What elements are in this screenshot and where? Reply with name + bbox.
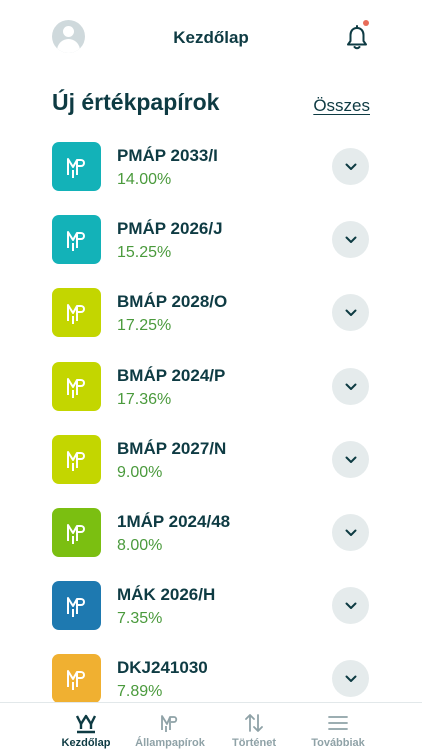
securities-logo-icon	[159, 712, 181, 734]
tab-label: Történet	[232, 737, 276, 749]
tab-label: Kezdőlap	[61, 737, 111, 749]
bottom-tab-bar: Kezdőlap Állampapírok Történet Továbbiak	[0, 702, 422, 751]
security-row[interactable]: BMÁP 2028/O 17.25%	[0, 288, 422, 361]
notification-dot	[363, 20, 369, 26]
tab-securities[interactable]: Állampapírok	[128, 703, 212, 751]
chevron-down-icon[interactable]	[332, 587, 369, 624]
security-name: BMÁP 2024/P	[117, 366, 226, 385]
chevron-down-icon[interactable]	[332, 148, 369, 185]
tab-history[interactable]: Történet	[212, 703, 296, 751]
security-name: DKJ241030	[117, 658, 208, 677]
tab-more[interactable]: Továbbiak	[296, 703, 380, 751]
chevron-down-icon[interactable]	[332, 441, 369, 478]
security-name: BMÁP 2027/N	[117, 439, 227, 458]
security-row[interactable]: BMÁP 2027/N 9.00%	[0, 435, 422, 508]
security-logo-icon	[52, 508, 101, 557]
security-name: PMÁP 2026/J	[117, 219, 223, 238]
security-row[interactable]: DKJ241030 7.89%	[0, 654, 422, 702]
chevron-down-icon[interactable]	[332, 368, 369, 405]
top-header: Kezdőlap	[0, 0, 422, 78]
chevron-down-icon[interactable]	[332, 514, 369, 551]
tab-label: Állampapírok	[135, 737, 205, 749]
security-logo-icon	[52, 435, 101, 484]
security-row[interactable]: BMÁP 2024/P 17.36%	[0, 362, 422, 435]
security-rate: 8.00%	[117, 537, 163, 554]
security-rate: 15.25%	[117, 244, 172, 261]
notification-bell-icon[interactable]	[345, 20, 369, 51]
section-title: Új értékpapírok	[52, 89, 220, 115]
chevron-down-icon[interactable]	[332, 221, 369, 258]
security-rate: 7.89%	[117, 683, 163, 700]
arrows-up-down-icon	[243, 712, 265, 734]
security-name: 1MÁP 2024/48	[117, 512, 231, 531]
security-name: PMÁP 2033/I	[117, 146, 218, 165]
security-rate: 14.00%	[117, 171, 172, 188]
security-name: MÁK 2026/H	[117, 585, 216, 604]
security-row[interactable]: PMÁP 2026/J 15.25%	[0, 215, 422, 288]
security-logo-icon	[52, 142, 101, 191]
security-name: BMÁP 2028/O	[117, 292, 228, 311]
tab-home[interactable]: Kezdőlap	[44, 703, 128, 751]
security-rate: 7.35%	[117, 610, 163, 627]
security-row[interactable]: MÁK 2026/H 7.35%	[0, 581, 422, 654]
security-row[interactable]: 1MÁP 2024/48 8.00%	[0, 508, 422, 581]
chevron-down-icon[interactable]	[332, 294, 369, 331]
security-rate: 17.36%	[117, 391, 172, 408]
menu-icon	[327, 712, 349, 734]
security-rate: 9.00%	[117, 464, 163, 481]
security-logo-icon	[52, 215, 101, 264]
security-logo-icon	[52, 288, 101, 337]
security-rate: 17.25%	[117, 317, 172, 334]
security-logo-icon	[52, 362, 101, 411]
chevron-down-icon[interactable]	[332, 660, 369, 697]
security-row[interactable]: PMÁP 2033/I 14.00%	[0, 142, 422, 215]
security-logo-icon	[52, 581, 101, 630]
securities-list[interactable]: PMÁP 2033/I 14.00% PMÁP 2026/J 15.25% BMÁP 2…	[0, 142, 422, 702]
show-all-link[interactable]: Összes	[313, 96, 370, 116]
security-logo-icon	[52, 654, 101, 702]
tab-label: Továbbiak	[311, 737, 365, 749]
home-logo-icon	[75, 712, 97, 734]
